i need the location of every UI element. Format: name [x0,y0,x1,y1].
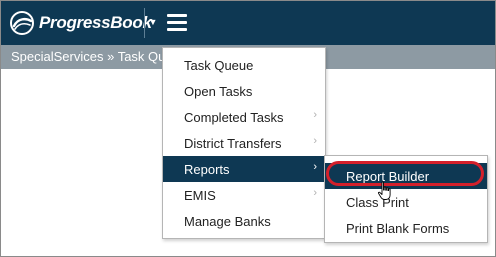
menu-item-reports[interactable]: Reports › [163,156,325,182]
reports-submenu: Report Builder Class Print Print Blank F… [324,155,488,243]
chevron-right-icon: › [313,161,317,173]
menu-item-district-transfers[interactable]: District Transfers › [163,130,325,156]
submenu-item-print-blank-forms[interactable]: Print Blank Forms [325,215,487,241]
menu-item-label: Task Queue [184,58,254,73]
caret-down-icon[interactable]: ▼ [148,17,158,27]
progressbook-logo[interactable]: ProgressBook [9,10,152,36]
menu-item-label: Open Tasks [184,84,253,99]
logo-text: ProgressBook [39,13,152,32]
menu-item-manage-banks[interactable]: Manage Banks [163,208,325,234]
menu-item-label: EMIS [184,188,216,203]
chevron-right-icon: › [313,187,317,199]
header-divider [144,8,145,38]
chevron-right-icon: › [313,135,317,147]
breadcrumb-text[interactable]: SpecialServices » Task Qu [11,49,165,64]
menu-item-label: District Transfers [184,136,282,151]
menu-item-completed-tasks[interactable]: Completed Tasks › [163,104,325,130]
hamburger-icon[interactable] [167,14,187,31]
top-navigation-bar: ProgressBook ▼ [1,1,495,45]
menu-item-emis[interactable]: EMIS › [163,182,325,208]
hand-pointer-cursor-icon [377,181,391,200]
chevron-right-icon: › [313,109,317,121]
menu-item-label: Manage Banks [184,214,271,229]
menu-item-label: Completed Tasks [184,110,284,125]
menu-item-open-tasks[interactable]: Open Tasks [163,78,325,104]
logo-mark-icon [10,11,34,35]
submenu-item-class-print[interactable]: Class Print [325,189,487,215]
submenu-item-report-builder[interactable]: Report Builder [325,163,487,189]
submenu-item-label: Print Blank Forms [346,221,450,236]
menu-item-task-queue[interactable]: Task Queue [163,52,325,78]
main-menu: Task Queue Open Tasks Completed Tasks › … [162,47,326,239]
menu-item-label: Reports [184,162,230,177]
